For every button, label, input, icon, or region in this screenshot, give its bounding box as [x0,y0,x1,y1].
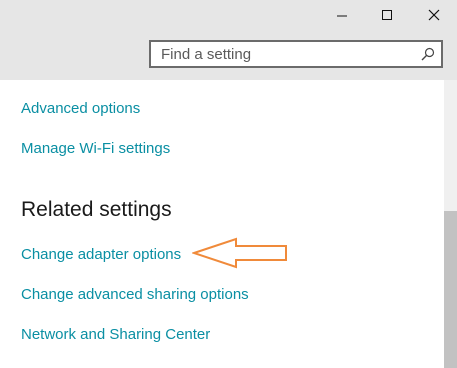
maximize-icon [382,10,392,20]
minimize-button[interactable] [319,0,365,30]
close-button[interactable] [411,0,457,30]
search-box[interactable] [149,40,443,68]
change-advanced-sharing-link[interactable]: Change advanced sharing options [21,286,249,303]
minimize-icon [337,15,347,17]
annotation-arrow-icon [192,237,287,269]
scrollbar-thumb[interactable] [444,211,457,368]
title-bar [0,0,457,80]
network-sharing-center-link[interactable]: Network and Sharing Center [21,326,210,343]
change-adapter-options-link[interactable]: Change adapter options [21,246,181,263]
manage-wifi-settings-link[interactable]: Manage Wi-Fi settings [21,140,170,157]
search-input[interactable] [151,42,423,66]
related-settings-heading: Related settings [21,198,172,221]
settings-content: Advanced options Manage Wi-Fi settings R… [0,80,444,368]
close-icon [428,9,440,21]
maximize-button[interactable] [364,0,410,30]
search-icon[interactable] [421,47,435,61]
advanced-options-link[interactable]: Advanced options [21,100,140,117]
